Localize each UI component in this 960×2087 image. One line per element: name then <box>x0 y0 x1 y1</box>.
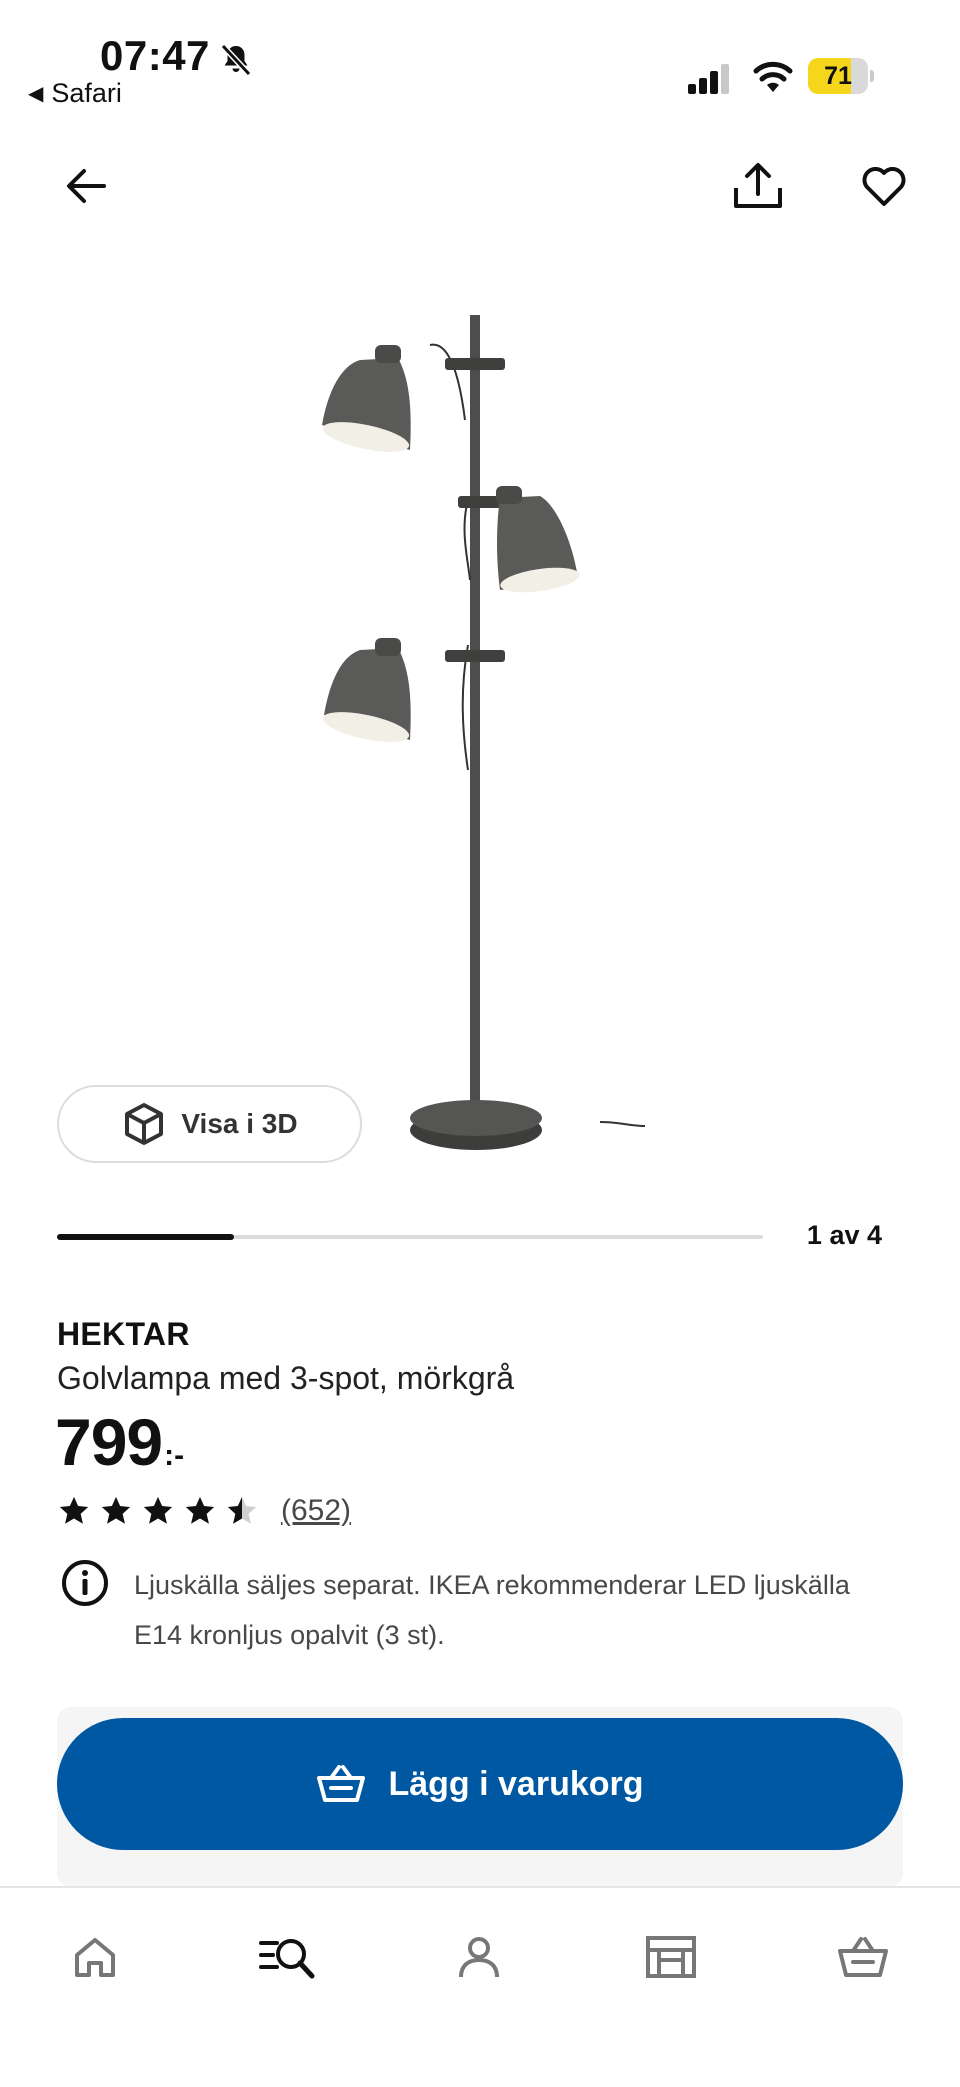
battery-indicator: 71 <box>808 58 874 94</box>
tab-search[interactable] <box>252 1922 322 1992</box>
store-icon <box>646 1936 696 1978</box>
add-to-cart-button[interactable]: Lägg i varukorg <box>57 1718 903 1850</box>
cart-icon <box>317 1765 366 1802</box>
light-source-info: Ljuskälla säljes separat. IKEA rekommend… <box>134 1570 850 1650</box>
tab-stores[interactable] <box>636 1922 706 1992</box>
arrow-left-icon <box>67 169 106 203</box>
back-app-label: Safari <box>51 78 122 108</box>
heart-icon <box>862 167 906 206</box>
share-button[interactable] <box>728 156 788 216</box>
gallery-progress <box>57 1234 763 1240</box>
info-icon <box>62 1560 108 1606</box>
bottom-tab-bar <box>0 1886 960 2087</box>
product-rating[interactable]: (652) <box>57 1494 351 1528</box>
price-amount: 799 <box>55 1405 163 1479</box>
view-in-3d-label: Visa i 3D <box>181 1108 298 1139</box>
search-icon <box>259 1939 315 1979</box>
product-name: HEKTAR <box>57 1316 190 1352</box>
profile-icon <box>459 1937 499 1978</box>
tab-cart[interactable] <box>828 1922 898 1992</box>
review-count-link[interactable]: (652) <box>281 1494 351 1528</box>
gallery-progress-fill <box>57 1234 234 1240</box>
cellular-signal-icon <box>688 64 729 94</box>
star-icon <box>143 1496 173 1524</box>
back-button[interactable] <box>56 156 116 216</box>
bell-muted-icon <box>220 43 252 77</box>
star-icon <box>59 1496 89 1524</box>
back-to-safari[interactable]: ◀ Safari <box>28 78 122 109</box>
tab-profile[interactable] <box>444 1922 514 1992</box>
tab-home[interactable] <box>60 1922 130 1992</box>
price-suffix: :- <box>164 1439 185 1472</box>
cube-3d-icon <box>125 1103 164 1145</box>
share-icon <box>734 163 782 208</box>
battery-level: 71 <box>824 62 852 90</box>
gallery-counter: 1 av 4 <box>806 1220 882 1250</box>
half-star-icon <box>227 1496 257 1524</box>
star-icon <box>101 1496 131 1524</box>
status-time: 07:47 <box>100 32 210 79</box>
product-price: 799 :- <box>55 1404 184 1480</box>
cart-icon <box>838 1937 888 1977</box>
back-triangle-icon: ◀ <box>28 83 44 105</box>
star-icon <box>185 1496 215 1524</box>
favorite-button[interactable] <box>854 156 914 216</box>
home-icon <box>75 1938 115 1977</box>
add-to-cart-label: Lägg i varukorg <box>388 1764 644 1803</box>
product-image[interactable] <box>300 300 660 1180</box>
product-description: Golvlampa med 3-spot, mörkgrå <box>57 1360 515 1396</box>
view-in-3d-button[interactable]: Visa i 3D <box>57 1085 362 1163</box>
wifi-icon <box>753 61 793 92</box>
